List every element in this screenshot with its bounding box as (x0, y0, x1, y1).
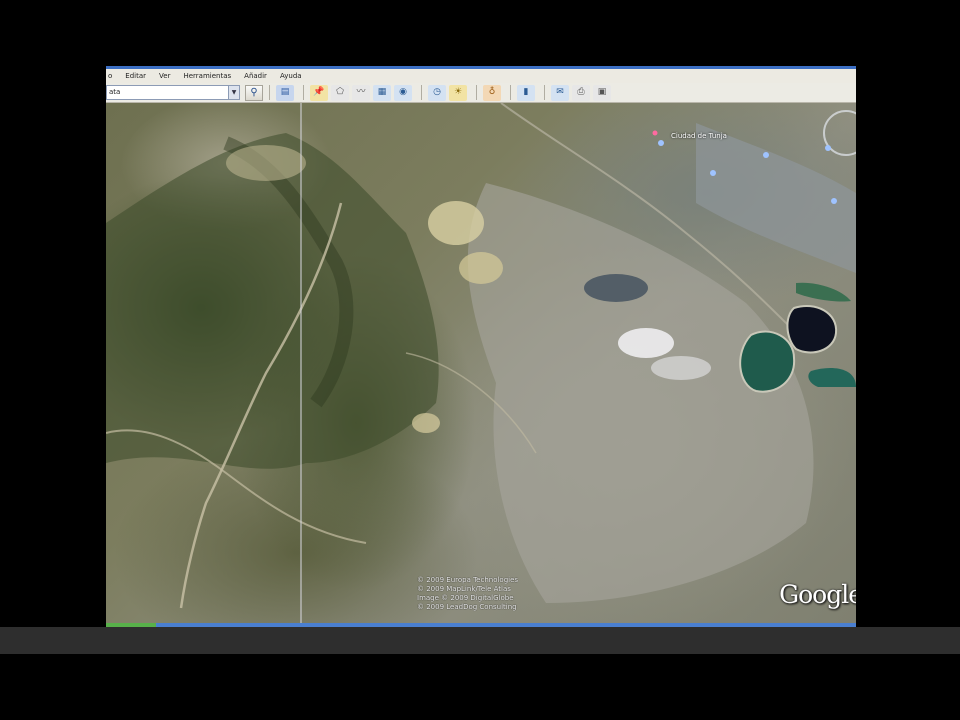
google-logo: Google (779, 580, 856, 609)
path-icon[interactable]: 〰 (352, 84, 370, 101)
satellite-map-view[interactable]: Ciudad de Tunja © 2009 Europa Technologi… (106, 103, 856, 623)
record-tour-icon[interactable]: ◉ (394, 84, 412, 101)
terrain-features (106, 103, 856, 623)
planets-icon[interactable]: ♁ (483, 84, 501, 101)
search-input[interactable]: ata ▼ (106, 85, 240, 100)
search-icon[interactable]: ⚲ (245, 84, 263, 101)
sunlight-icon[interactable]: ☀ (449, 84, 467, 101)
menu-file[interactable]: o (108, 72, 112, 80)
toolbar-separator (476, 85, 477, 100)
menu-help[interactable]: Ayuda (280, 72, 302, 80)
view-in-maps-icon[interactable]: ▣ (593, 84, 611, 101)
polygon-icon[interactable]: ⬠ (331, 84, 349, 101)
copyright-line: © 2009 MapLink/Tele Atlas (417, 585, 511, 593)
toolbar-separator (269, 85, 270, 100)
menu-add[interactable]: Añadir (244, 72, 267, 80)
placemark-icon[interactable]: 📌 (310, 84, 328, 101)
toolbar-separator (510, 85, 511, 100)
menu-view[interactable]: Ver (159, 72, 170, 80)
image-overlay-icon[interactable]: ▦ (373, 84, 391, 101)
imagery-copyright: © 2009 Europa Technologies © 2009 MapLin… (417, 576, 557, 612)
print-icon[interactable]: ⎙ (572, 84, 590, 101)
email-icon[interactable]: ✉ (551, 84, 569, 101)
chevron-down-icon[interactable]: ▼ (228, 86, 239, 99)
menu-bar: o Editar Ver Herramientas Añadir Ayuda (106, 69, 856, 83)
place-label[interactable]: Ciudad de Tunja (671, 132, 727, 140)
ruler-icon[interactable]: ▮ (517, 84, 535, 101)
sidebar-toggle-icon[interactable]: ▤ (276, 84, 294, 101)
copyright-line: Image © 2009 DigitalGlobe (417, 594, 514, 602)
menu-tools[interactable]: Herramientas (183, 72, 231, 80)
historical-imagery-icon[interactable]: ◷ (428, 84, 446, 101)
toolbar: ata ▼ ⚲ ▤ 📌 ⬠ 〰 ▦ ◉ ◷ ☀ ♁ ▮ ✉ ⎙ ▣ (106, 83, 856, 103)
toolbar-separator (303, 85, 304, 100)
video-frame: o Editar Ver Herramientas Añadir Ayuda a… (0, 0, 960, 720)
google-earth-window: o Editar Ver Herramientas Añadir Ayuda a… (106, 66, 856, 627)
menu-edit[interactable]: Editar (125, 72, 146, 80)
copyright-line: © 2009 LeadDog Consulting (417, 603, 517, 611)
copyright-line: © 2009 Europa Technologies (417, 576, 519, 584)
toolbar-separator (544, 85, 545, 100)
toolbar-separator (421, 85, 422, 100)
search-input-value: ata (109, 88, 121, 96)
video-bottom-band (0, 627, 960, 654)
